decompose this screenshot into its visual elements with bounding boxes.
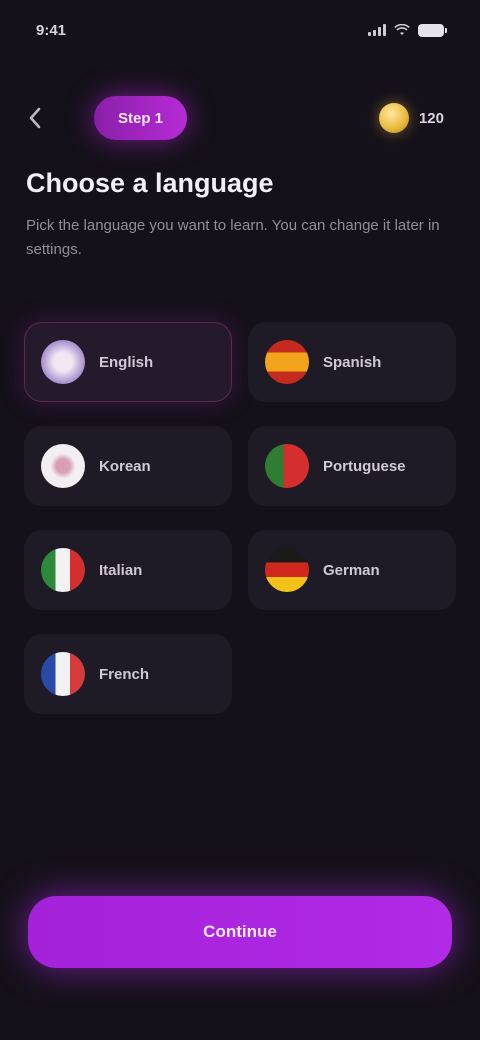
chevron-left-icon (29, 107, 41, 129)
spain-flag-icon (265, 340, 309, 384)
status-time: 9:41 (36, 21, 67, 39)
language-option-spanish[interactable]: Spanish (248, 322, 456, 402)
language-label: English (99, 353, 154, 371)
language-option-german[interactable]: German (248, 530, 456, 610)
coin-icon (378, 103, 409, 133)
signal-icon (368, 24, 386, 36)
continue-button[interactable]: Continue (28, 896, 452, 968)
uk-flag-icon (41, 340, 85, 384)
portugal-flag-icon (265, 444, 309, 488)
step-pill: Step 1 (94, 96, 188, 140)
back-button[interactable] (28, 98, 68, 138)
language-label: Italian (99, 561, 143, 579)
language-option-portuguese[interactable]: Portuguese (248, 426, 456, 506)
language-label: Korean (99, 457, 151, 475)
status-icons (368, 23, 447, 37)
language-option-french[interactable]: French (24, 634, 232, 714)
language-grid: English Spanish Korean Portuguese Italia… (24, 322, 456, 714)
coin-counter[interactable]: 120 (378, 103, 444, 133)
language-option-italian[interactable]: Italian (24, 530, 232, 610)
korea-flag-icon (41, 444, 85, 488)
germany-flag-icon (265, 548, 309, 592)
status-bar: 9:41 (0, 0, 480, 60)
battery-icon (418, 23, 447, 37)
france-flag-icon (41, 652, 85, 696)
language-label: German (323, 561, 380, 579)
language-option-korean[interactable]: Korean (24, 426, 232, 506)
wifi-icon (394, 24, 410, 35)
language-label: Spanish (323, 353, 382, 371)
page-subtitle: Pick the language you want to learn. You… (26, 217, 440, 258)
language-label: Portuguese (323, 457, 406, 475)
header: Step 1 120 (0, 88, 480, 148)
language-label: French (99, 665, 150, 683)
italy-flag-icon (41, 548, 85, 592)
language-option-english[interactable]: English (24, 322, 232, 402)
coin-count: 120 (418, 109, 444, 127)
page-title: Choose a language (26, 168, 274, 198)
